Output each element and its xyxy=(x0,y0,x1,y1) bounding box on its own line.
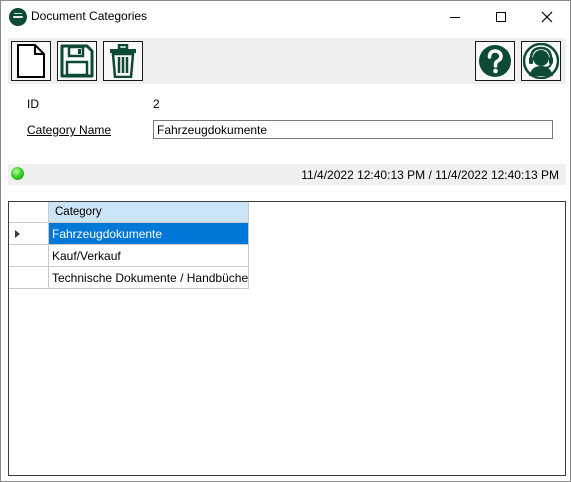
toolbar xyxy=(8,38,566,84)
current-row-arrow-icon xyxy=(15,230,20,238)
status-bar: 11/4/2022 12:40:13 PM / 11/4/2022 12:40:… xyxy=(8,164,566,185)
table-row[interactable]: Kauf/Verkauf xyxy=(9,245,249,267)
minimize-icon xyxy=(450,16,460,18)
grid-corner-cell[interactable] xyxy=(9,202,49,223)
maximize-button[interactable] xyxy=(478,1,524,33)
category-name-input[interactable] xyxy=(153,120,553,139)
status-timestamps: 11/4/2022 12:40:13 PM / 11/4/2022 12:40:… xyxy=(301,168,559,182)
table-row[interactable]: Technische Dokumente / Handbücher xyxy=(9,267,249,289)
app-logo-icon xyxy=(9,8,27,26)
row-header[interactable] xyxy=(9,245,49,267)
document-categories-window: Document Categories ID 2 Category Name F… xyxy=(0,0,571,482)
category-name-label: Category Name xyxy=(27,123,112,137)
support-button[interactable] xyxy=(521,41,561,81)
minimize-button[interactable] xyxy=(432,1,478,33)
id-label: ID xyxy=(27,97,39,111)
status-indicator-icon xyxy=(11,167,24,180)
help-button[interactable] xyxy=(475,41,515,81)
new-document-button[interactable] xyxy=(11,41,51,81)
table-cell-category[interactable]: Technische Dokumente / Handbücher xyxy=(49,267,249,289)
categories-grid[interactable]: Category Fahrzeugdokumente Kauf/Verkauf … xyxy=(8,201,566,476)
support-headset-icon xyxy=(523,43,559,79)
category-form: ID 2 Category Name xyxy=(8,84,566,164)
new-document-icon xyxy=(17,44,45,78)
table-row[interactable]: Fahrzeugdokumente xyxy=(9,223,249,245)
id-value: 2 xyxy=(153,97,160,111)
column-header-category[interactable]: Category xyxy=(49,202,249,223)
window-title: Document Categories xyxy=(31,9,148,23)
table-cell-category[interactable]: Fahrzeugdokumente xyxy=(49,223,249,245)
help-icon xyxy=(479,45,511,77)
trash-icon xyxy=(110,44,136,78)
title-bar[interactable]: Document Categories xyxy=(1,1,570,33)
row-header[interactable] xyxy=(9,267,49,289)
row-header[interactable] xyxy=(9,223,49,245)
close-icon xyxy=(541,11,553,23)
table-cell-category[interactable]: Kauf/Verkauf xyxy=(49,245,249,267)
save-button[interactable] xyxy=(57,41,97,81)
save-icon xyxy=(60,44,94,78)
maximize-icon xyxy=(496,12,506,22)
delete-button[interactable] xyxy=(103,41,143,81)
close-button[interactable] xyxy=(524,1,570,33)
